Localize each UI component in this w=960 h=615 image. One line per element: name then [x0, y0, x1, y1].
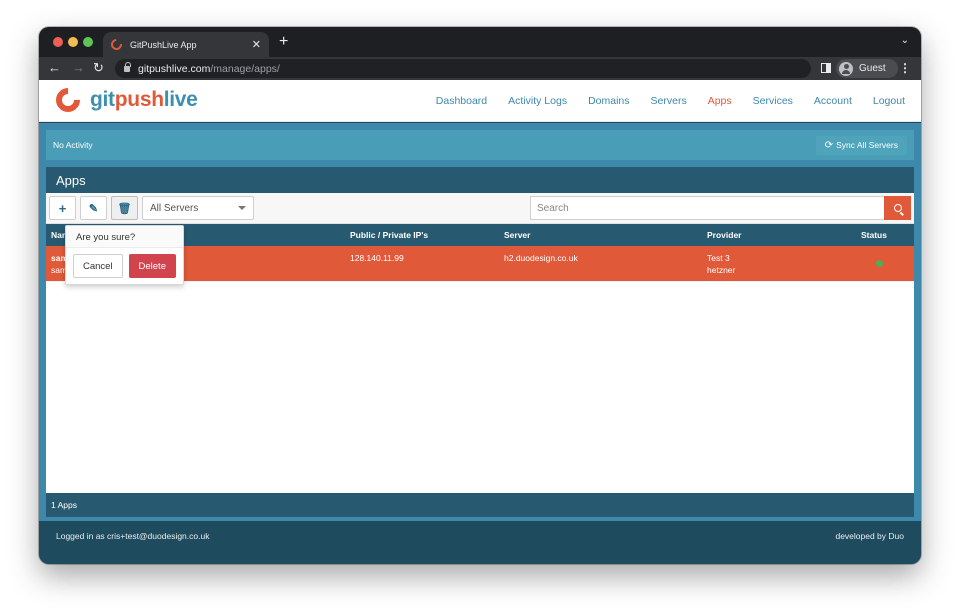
tab-search-chevron-icon[interactable]: ⌄: [901, 35, 909, 46]
address-bar[interactable]: gitpushlive.com /manage/apps/: [115, 59, 811, 78]
nav-services[interactable]: Services: [753, 95, 793, 107]
app-provider: Test 3: [707, 253, 730, 263]
forward-button[interactable]: →: [72, 60, 85, 75]
tab-title: GitPushLive App: [130, 39, 197, 50]
popover-title: Are you sure?: [66, 226, 183, 248]
logo-text-push: push: [114, 88, 164, 111]
logged-in-as: Logged in as cris+test@duodesign.co.uk: [56, 531, 210, 541]
delete-app-button[interactable]: 🗑: [111, 196, 138, 220]
tab-close-icon[interactable]: ✕: [252, 38, 261, 51]
site-footer: Logged in as cris+test@duodesign.co.uk d…: [39, 521, 921, 564]
column-server[interactable]: Server: [504, 230, 530, 240]
trash-icon: 🗑: [117, 202, 132, 215]
sync-label: Sync All Servers: [836, 140, 898, 150]
logo-text-live: live: [163, 88, 198, 111]
site-header: git push live Dashboard Activity Logs Doma…: [39, 80, 921, 122]
browser-window: GitPushLive App ✕ + ⌄ ← → ↻ gitpushlive.…: [39, 27, 921, 564]
reload-button[interactable]: ↻: [93, 60, 104, 76]
search-group: [530, 196, 911, 220]
app-provider-type: hetzner: [707, 265, 736, 275]
panel-footer: 1 Apps: [46, 493, 914, 517]
profile-button[interactable]: Guest: [836, 59, 898, 78]
nav-activity-logs[interactable]: Activity Logs: [508, 95, 567, 107]
lock-icon: [124, 61, 131, 72]
server-filter-value: All Servers: [150, 202, 199, 214]
logo[interactable]: git push live: [51, 83, 198, 117]
browser-toolbar: ← → ↻ gitpushlive.com /manage/apps/ Gues…: [39, 57, 921, 80]
nav-dashboard[interactable]: Dashboard: [436, 95, 487, 107]
search-input[interactable]: [530, 196, 884, 220]
maximize-window-button[interactable]: [83, 37, 93, 47]
panel-header: Apps: [46, 167, 914, 193]
url-host: gitpushlive.com: [138, 62, 211, 75]
nav-servers[interactable]: Servers: [651, 95, 687, 107]
apps-count: 1 Apps: [51, 500, 77, 510]
status-online-icon: [876, 260, 883, 267]
avatar-icon: [839, 61, 853, 76]
logo-mark-icon: [51, 83, 85, 117]
search-button[interactable]: [884, 196, 911, 220]
close-window-button[interactable]: [53, 37, 63, 47]
column-status[interactable]: Status: [861, 230, 887, 240]
sync-all-servers-button[interactable]: ⟳ Sync All Servers: [815, 135, 907, 155]
cancel-button[interactable]: Cancel: [73, 254, 123, 278]
sync-icon: ⟳: [824, 139, 834, 151]
back-button[interactable]: ←: [48, 60, 61, 75]
edit-icon: ✎: [88, 202, 99, 215]
browser-tab[interactable]: GitPushLive App ✕: [103, 32, 269, 57]
panel-title: Apps: [56, 172, 86, 188]
popover-actions: Cancel Delete: [66, 248, 183, 284]
confirm-delete-button[interactable]: Delete: [128, 254, 176, 278]
nav-account[interactable]: Account: [814, 95, 852, 107]
panel-toolbar: + ✎ 🗑 All Servers: [46, 193, 914, 224]
plus-icon: +: [58, 200, 67, 216]
url-path: /manage/apps/: [210, 62, 280, 75]
side-panel-icon[interactable]: [821, 63, 831, 73]
confirm-delete-popover: Are you sure? Cancel Delete: [65, 225, 184, 285]
tab-bar: GitPushLive App ✕ + ⌄: [39, 27, 921, 57]
edit-app-button[interactable]: ✎: [80, 196, 107, 220]
logo-text-git: git: [90, 88, 115, 111]
activity-status: No Activity: [53, 140, 93, 150]
new-tab-button[interactable]: +: [279, 33, 288, 51]
search-icon: [893, 204, 902, 212]
nav-logout[interactable]: Logout: [873, 95, 905, 107]
main-nav: Dashboard Activity Logs Domains Servers …: [415, 95, 905, 107]
app-server: h2.duodesign.co.uk: [504, 253, 578, 263]
nav-domains[interactable]: Domains: [588, 95, 629, 107]
content-area: No Activity ⟳ Sync All Servers Apps + ✎ …: [39, 123, 921, 521]
app-ip: 128.140.11.99: [350, 253, 404, 263]
favicon-icon: [108, 36, 125, 53]
nav-apps[interactable]: Apps: [708, 95, 732, 107]
apps-panel: Apps + ✎ 🗑 All Servers Search Name Publi…: [46, 167, 914, 517]
activity-bar: No Activity ⟳ Sync All Servers: [46, 130, 914, 160]
minimize-window-button[interactable]: [68, 37, 78, 47]
column-ips[interactable]: Public / Private IP's: [350, 230, 428, 240]
browser-menu-icon[interactable]: ⋮: [899, 61, 911, 75]
add-app-button[interactable]: +: [49, 196, 76, 220]
column-provider[interactable]: Provider: [707, 230, 742, 240]
profile-label: Guest: [859, 63, 886, 74]
caret-down-icon: [238, 206, 246, 210]
developer-credit[interactable]: developed by Duo: [835, 531, 904, 541]
server-filter-select[interactable]: All Servers: [142, 196, 254, 220]
